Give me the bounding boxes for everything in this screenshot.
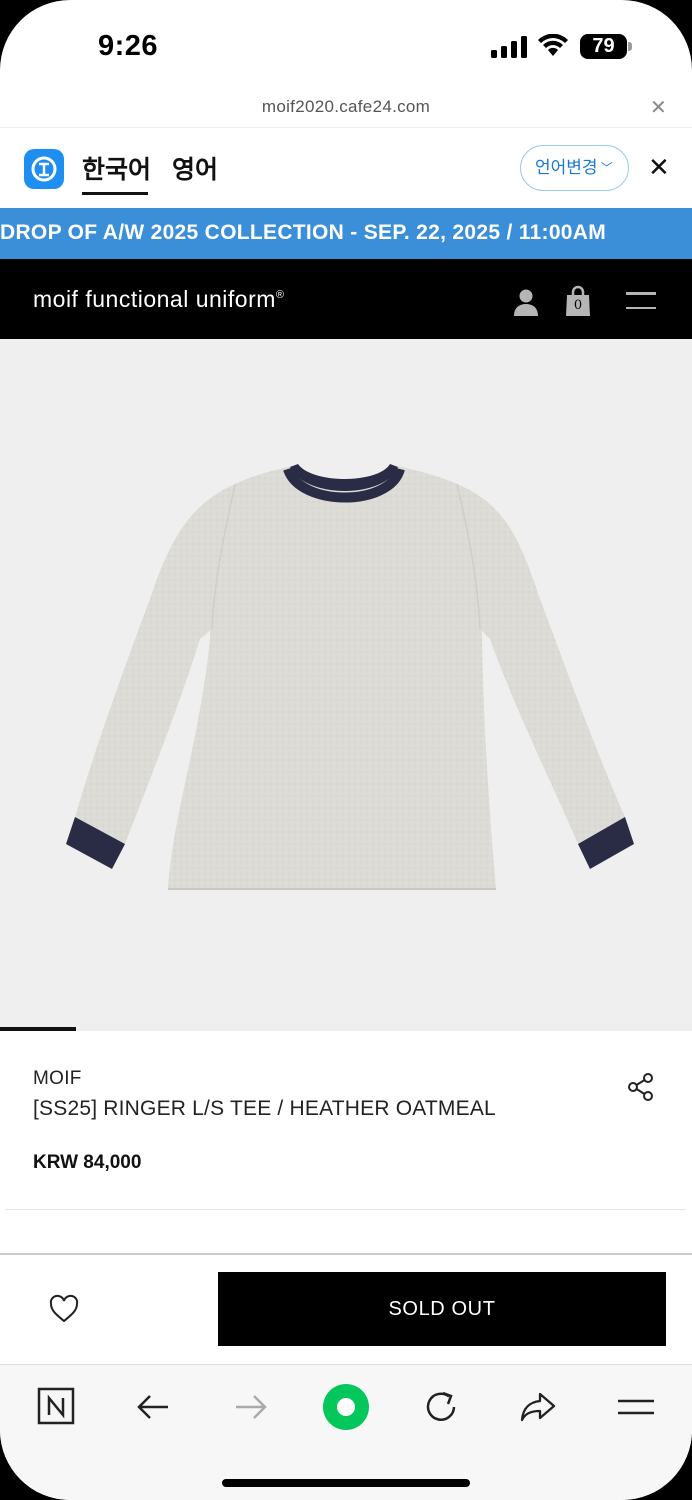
url-text[interactable]: moif2020.cafe24.com <box>0 97 692 117</box>
product-name: [SS25] RINGER L/S TEE / HEATHER OATMEAL <box>33 1097 496 1120</box>
divider <box>6 1209 686 1210</box>
papago-logo-icon <box>24 149 64 189</box>
banner-text: DROP OF A/W 2025 COLLECTION - SEP. 22, 2… <box>0 221 607 244</box>
site-logo[interactable]: moif functional uniform® <box>33 286 285 313</box>
image-slide-indicator <box>0 1027 76 1031</box>
lang-korean-tab[interactable]: 한국어 <box>82 150 151 186</box>
share-arrow-icon[interactable] <box>518 1387 558 1427</box>
share-icon[interactable] <box>626 1072 656 1102</box>
forward-arrow-icon[interactable] <box>230 1387 270 1427</box>
chevron-down-icon: ﹀ <box>600 161 613 175</box>
lang-english-tab[interactable]: 영어 <box>172 150 218 186</box>
product-price: KRW 84,000 <box>33 1152 142 1173</box>
tshirt-illustration <box>66 464 634 890</box>
phone-screen: 9:26 79 moif2020.cafe24.com ✕ 한국어 영어 언어변… <box>0 0 692 1500</box>
product-image[interactable] <box>0 339 692 1031</box>
refresh-icon[interactable] <box>422 1387 462 1427</box>
close-translate-icon[interactable]: ✕ <box>648 152 670 183</box>
naver-green-dot-icon[interactable] <box>321 1382 371 1432</box>
status-bar: 9:26 79 <box>0 0 692 95</box>
status-time: 9:26 <box>98 30 159 62</box>
back-arrow-icon[interactable] <box>134 1387 174 1427</box>
url-bar[interactable]: moif2020.cafe24.com ✕ <box>0 95 692 127</box>
battery-level: 79 <box>592 35 615 57</box>
cart-count: 0 <box>573 298 583 313</box>
registered-mark: ® <box>275 289 285 301</box>
product-brand: MOIF <box>33 1068 82 1089</box>
translate-bar: 한국어 영어 언어변경 ﹀ ✕ <box>0 127 692 208</box>
divider <box>0 1253 692 1255</box>
site-header: moif functional uniform® 0 <box>0 259 692 339</box>
wishlist-heart-icon[interactable] <box>48 1294 80 1324</box>
user-icon[interactable] <box>512 288 540 316</box>
signal-icon <box>491 36 527 58</box>
battery-icon: 79 <box>580 34 632 59</box>
sold-out-button[interactable]: SOLD OUT <box>218 1272 666 1346</box>
language-change-button[interactable]: 언어변경 ﹀ <box>520 145 629 191</box>
cart-button[interactable]: 0 <box>565 285 591 317</box>
lang-active-underline <box>82 192 148 195</box>
site-logo-text: moif functional uniform <box>33 286 276 312</box>
close-url-icon[interactable]: ✕ <box>650 95 667 120</box>
language-change-label: 언어변경 <box>535 158 598 177</box>
menu-lines-icon[interactable] <box>616 1387 656 1427</box>
wifi-icon <box>538 34 568 56</box>
hamburger-menu-icon[interactable] <box>626 292 656 312</box>
home-indicator[interactable] <box>222 1479 470 1487</box>
naver-n-icon[interactable] <box>37 1387 77 1427</box>
announcement-banner[interactable]: DROP OF A/W 2025 COLLECTION - SEP. 22, 2… <box>0 208 692 259</box>
